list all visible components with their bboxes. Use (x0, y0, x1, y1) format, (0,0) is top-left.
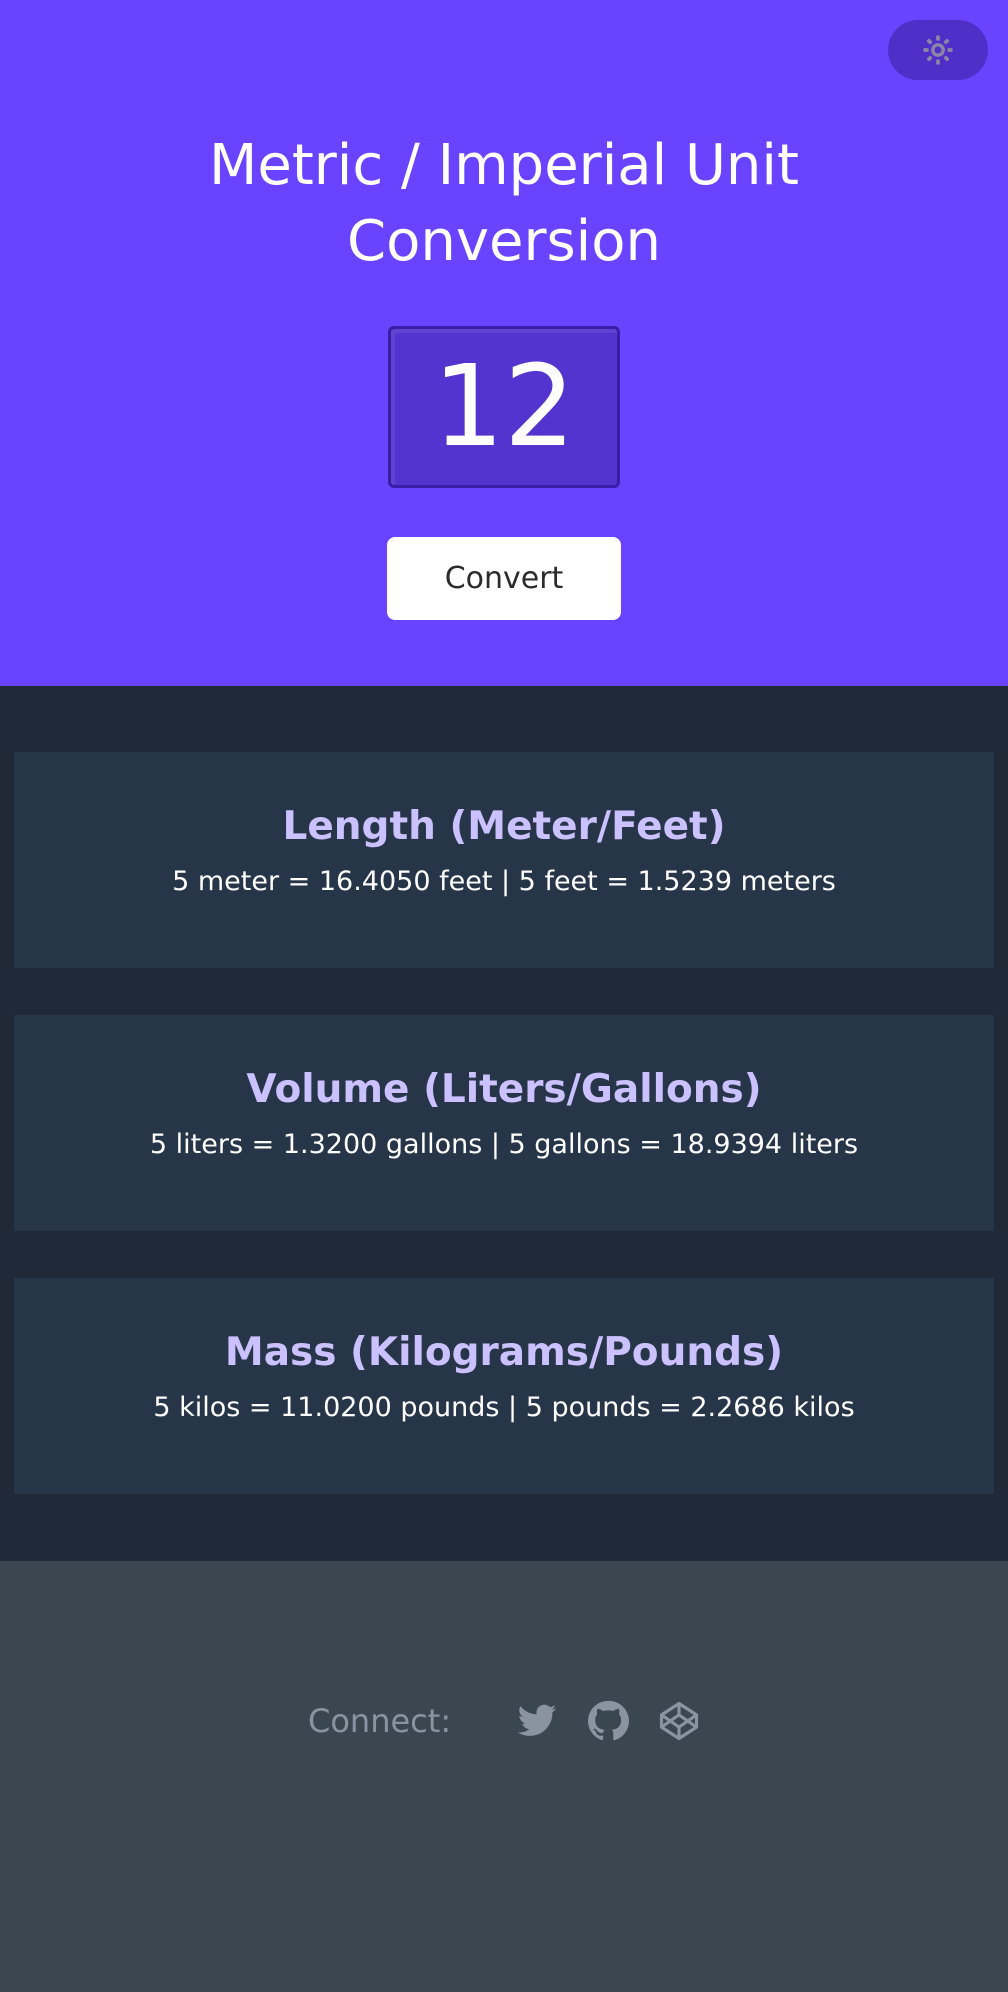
twitter-icon (517, 1704, 557, 1736)
volume-result: 5 liters = 1.3200 gallons | 5 gallons = … (149, 1129, 859, 1160)
theme-toggle-button[interactable] (888, 20, 988, 80)
length-title: Length (Meter/Feet) (282, 804, 726, 849)
codepen-icon (659, 1701, 699, 1741)
hero-section: Metric / Imperial Unit Conversion Conver… (0, 0, 1008, 686)
connect-label: Connect: (308, 1702, 452, 1740)
footer: Connect: (0, 1561, 1008, 1992)
mass-result: 5 kilos = 11.0200 pounds | 5 pounds = 2.… (153, 1392, 855, 1423)
number-input[interactable] (388, 326, 620, 488)
convert-button[interactable]: Convert (387, 537, 621, 620)
twitter-link[interactable] (516, 1700, 558, 1742)
mass-title: Mass (Kilograms/Pounds) (224, 1330, 784, 1375)
mass-card: Mass (Kilograms/Pounds) 5 kilos = 11.020… (14, 1278, 994, 1494)
results-section: Length (Meter/Feet) 5 meter = 16.4050 fe… (0, 686, 1008, 1561)
length-result: 5 meter = 16.4050 feet | 5 feet = 1.5239… (172, 866, 836, 897)
volume-card: Volume (Liters/Gallons) 5 liters = 1.320… (14, 1015, 994, 1231)
github-link[interactable] (587, 1700, 629, 1742)
sun-icon (923, 35, 953, 65)
github-icon (587, 1700, 629, 1741)
codepen-link[interactable] (658, 1700, 700, 1742)
length-card: Length (Meter/Feet) 5 meter = 16.4050 fe… (14, 752, 994, 968)
page-title: Metric / Imperial Unit Conversion (209, 133, 799, 274)
volume-title: Volume (Liters/Gallons) (246, 1067, 762, 1112)
